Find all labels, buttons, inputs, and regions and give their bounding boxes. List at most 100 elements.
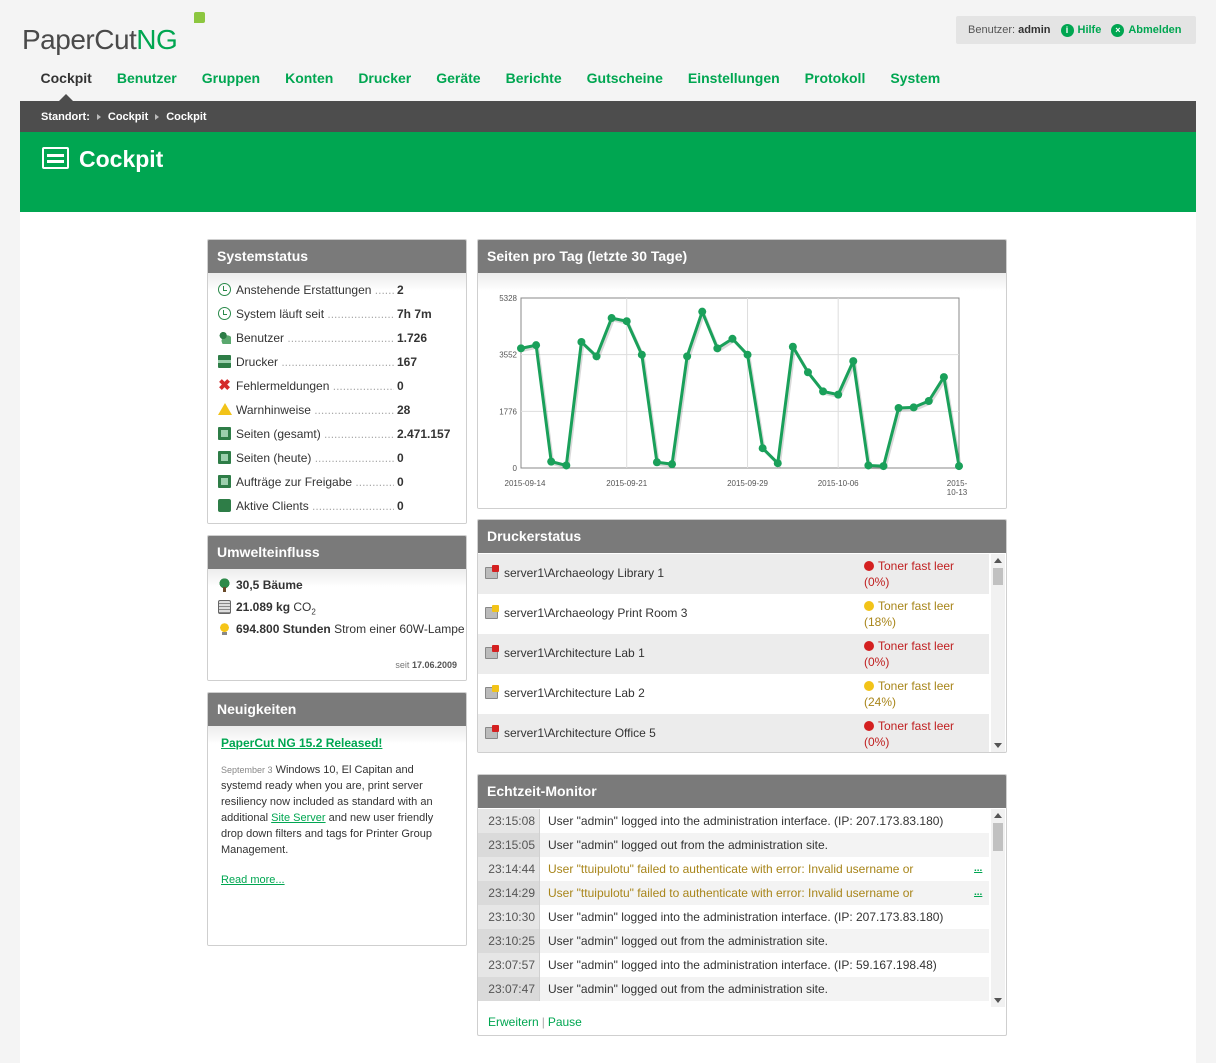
data-point	[547, 457, 556, 466]
nav-drucker[interactable]: Drucker	[346, 70, 424, 100]
breadcrumb-item[interactable]: Cockpit	[166, 111, 206, 123]
site-server-link[interactable]: Site Server	[271, 812, 325, 824]
log-row: 23:07:47 User "admin" logged out from the…	[478, 977, 989, 1001]
help-link[interactable]: i Hilfe	[1060, 23, 1101, 37]
nav-cockpit[interactable]: Cockpit	[28, 70, 104, 101]
printer-row[interactable]: server1\Archaeology Print Room 3 Toner f…	[478, 594, 989, 634]
data-point	[743, 350, 752, 359]
printer-error-icon	[485, 725, 499, 739]
panel-title: Echtzeit-Monitor	[478, 775, 1006, 808]
pages-icon	[218, 451, 231, 464]
printer-error-icon	[485, 565, 499, 579]
x-tick-label: 2015-09-21	[606, 479, 647, 488]
nav-geraete[interactable]: Geräte	[424, 70, 493, 100]
y-tick-label: 1776	[499, 407, 517, 416]
data-point	[819, 387, 828, 396]
data-point	[864, 461, 873, 470]
x-tick-label: 2015-09-14	[505, 479, 546, 488]
page-header: Cockpit	[20, 132, 1196, 212]
news-date: September 3	[221, 765, 273, 775]
data-point	[713, 344, 722, 353]
printer-row[interactable]: server1\Archaeology Library 1 Toner fast…	[478, 554, 989, 594]
y-tick-label: 5328	[499, 294, 517, 303]
data-point	[562, 461, 571, 470]
panel-title: Systemstatus	[208, 240, 466, 273]
printer-row[interactable]: server1\Architecture Office 5 Toner fast…	[478, 714, 989, 752]
panel-title: Druckerstatus	[478, 520, 1006, 553]
pause-link[interactable]: Pause	[548, 1015, 582, 1029]
barrel-icon	[218, 600, 231, 614]
nav-gutscheine[interactable]: Gutscheine	[574, 70, 675, 100]
username: admin	[1018, 24, 1051, 36]
log-time: 23:10:25	[478, 929, 540, 953]
read-more-link[interactable]: Read more...	[221, 874, 285, 886]
status-row: Aktive Clients0	[208, 491, 466, 515]
printer-list-scrollbar[interactable]	[991, 554, 1005, 752]
printer-warning-icon	[485, 605, 499, 619]
info-icon: i	[1060, 23, 1074, 37]
system-status-list: Anstehende Erstattungen2 System läuft se…	[208, 273, 466, 523]
scroll-up-icon	[994, 558, 1002, 563]
log-message: User "ttuipulotu" failed to authenticate…	[548, 886, 914, 900]
log-message: User "admin" logged out from the adminis…	[548, 982, 828, 996]
data-point	[517, 344, 525, 353]
nav-system[interactable]: System	[878, 70, 953, 100]
printer-name[interactable]: server1\Architecture Office 5	[504, 726, 656, 740]
scroll-thumb	[993, 823, 1003, 851]
log-more-link[interactable]: ...	[974, 881, 982, 905]
status-dot-icon	[864, 721, 874, 731]
lightbulb-icon	[218, 622, 231, 636]
printer-name[interactable]: server1\Architecture Lab 1	[504, 646, 645, 660]
nav-benutzer[interactable]: Benutzer	[104, 70, 189, 100]
data-point	[849, 357, 858, 366]
y-tick-label: 0	[513, 464, 518, 473]
log-time: 23:10:30	[478, 905, 540, 929]
x-tick-label: 2015-	[947, 479, 968, 488]
printer-name[interactable]: server1\Archaeology Print Room 3	[504, 606, 687, 620]
printer-name[interactable]: server1\Architecture Lab 2	[504, 686, 645, 700]
panel-title: Neuigkeiten	[208, 693, 466, 726]
user-box: Benutzer: admin i Hilfe × Abmelden	[956, 16, 1196, 44]
printer-row[interactable]: server1\Architecture Lab 2 Toner fast le…	[478, 674, 989, 714]
main-nav: Cockpit Benutzer Gruppen Konten Drucker …	[28, 70, 953, 101]
printer-status-panel: Druckerstatus server1\Archaeology Librar…	[477, 519, 1007, 753]
status-row: Benutzer1.726	[208, 323, 466, 347]
status-row: System läuft seit7h 7m	[208, 299, 466, 323]
printer-row[interactable]: server1\Architecture Lab 1 Toner fast le…	[478, 634, 989, 674]
dashboard-icon	[42, 147, 69, 169]
breadcrumb: Standort: Cockpit Cockpit	[20, 101, 1196, 132]
monitor-scrollbar[interactable]	[991, 809, 1005, 1007]
data-point	[622, 317, 631, 326]
nav-berichte[interactable]: Berichte	[493, 70, 574, 100]
logout-link[interactable]: × Abmelden	[1111, 23, 1182, 37]
log-row: 23:10:25 User "admin" logged out from the…	[478, 929, 989, 953]
data-point	[834, 390, 843, 399]
panel-title: Seiten pro Tag (letzte 30 Tage)	[478, 240, 1006, 273]
printer-status: Toner fast leer (0%)	[864, 559, 955, 589]
close-icon: ×	[1111, 23, 1125, 37]
client-icon	[218, 499, 231, 512]
nav-einstellungen[interactable]: Einstellungen	[675, 70, 792, 100]
printer-name[interactable]: server1\Archaeology Library 1	[504, 566, 664, 580]
log-row: 23:14:44 User "ttuipulotu" failed to auth…	[478, 857, 989, 881]
nav-gruppen[interactable]: Gruppen	[189, 70, 272, 100]
log-time: 23:14:29	[478, 881, 540, 905]
log-row: 23:15:05 User "admin" logged out from the…	[478, 833, 989, 857]
printer-icon	[218, 355, 231, 368]
nav-konten[interactable]: Konten	[273, 70, 346, 100]
news-headline-link[interactable]: PaperCut NG 15.2 Released!	[221, 736, 456, 750]
nav-protokoll[interactable]: Protokoll	[792, 70, 878, 100]
pages-icon	[218, 475, 231, 488]
main-content: Systemstatus Anstehende Erstattungen2 Sy…	[20, 212, 1196, 1063]
log-time: 23:07:57	[478, 953, 540, 977]
warning-icon	[218, 403, 232, 415]
status-dot-icon	[864, 681, 874, 691]
log-more-link[interactable]: ...	[974, 857, 982, 881]
expand-link[interactable]: Erweitern	[488, 1015, 539, 1029]
breadcrumb-item[interactable]: Cockpit	[108, 111, 148, 123]
log-message: User "admin" logged into the administrat…	[548, 910, 944, 924]
scroll-up-icon	[994, 813, 1002, 818]
breadcrumb-arrow-icon	[155, 113, 160, 120]
co2-row: 21.089 kg CO2	[208, 599, 466, 621]
clock-icon	[218, 283, 231, 296]
